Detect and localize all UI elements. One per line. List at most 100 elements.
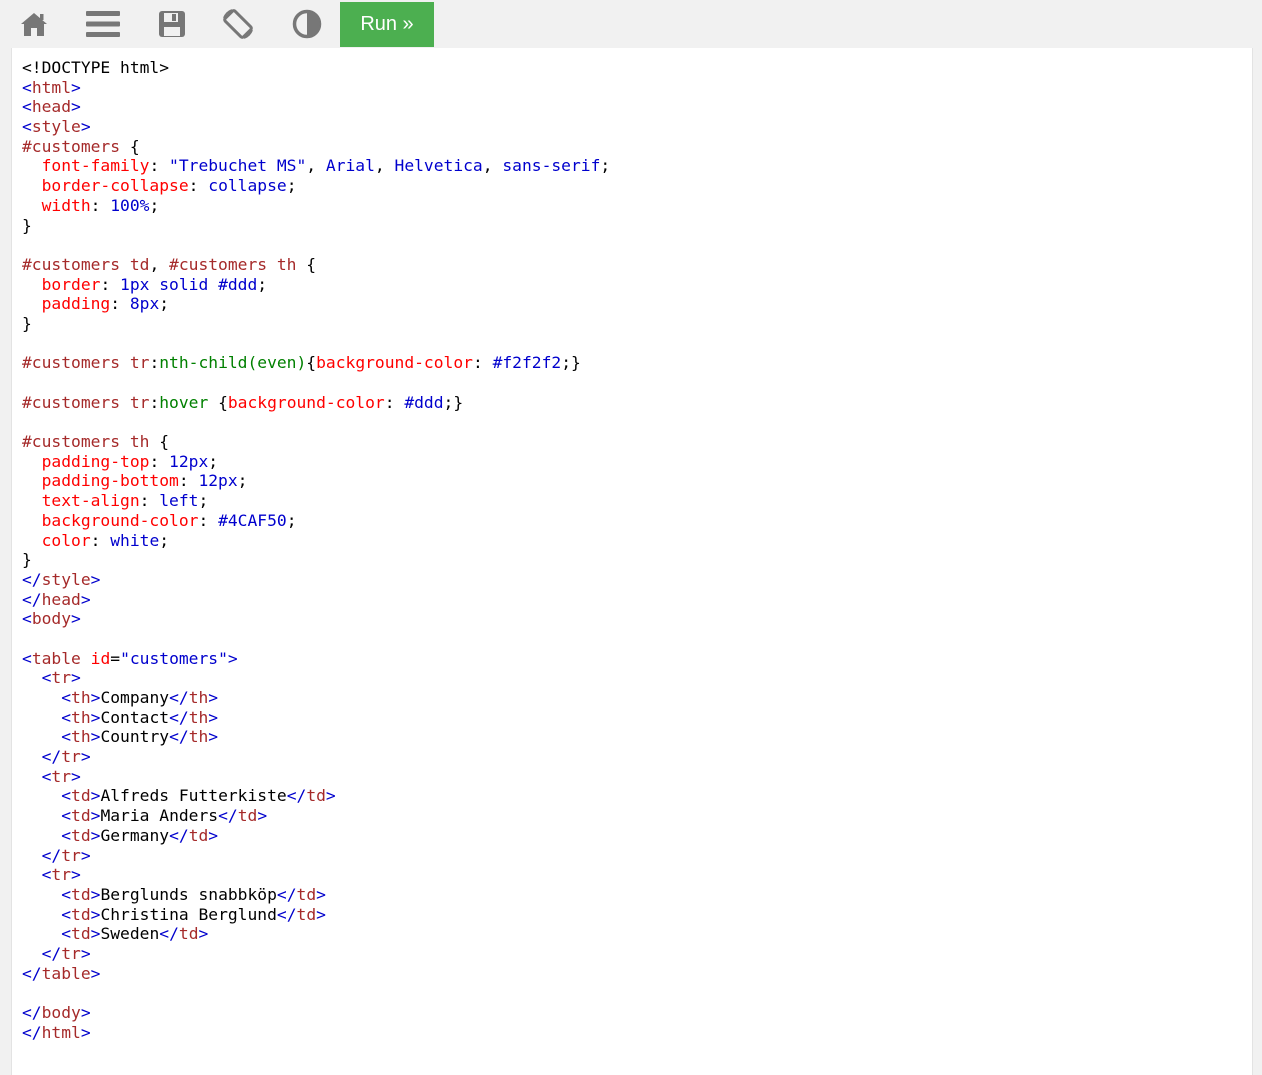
code-text: Germany: [100, 825, 170, 845]
css-value: 8px: [129, 294, 160, 314]
tag-bracket: <: [61, 924, 72, 944]
code-line: <td>Germany</td>: [22, 826, 610, 846]
code-line: #customers td, #customers th {: [22, 255, 610, 275]
code-line: <th>Contact</th>: [22, 708, 610, 728]
tag-name: body: [41, 1003, 81, 1022]
code-text: Christina Berglund: [100, 904, 277, 924]
code-line: }: [22, 314, 610, 334]
code-text: ,: [149, 254, 170, 274]
code-line: ​: [22, 412, 610, 432]
tag-bracket: </: [286, 786, 307, 806]
css-value: #4CAF50: [218, 510, 287, 530]
code-text: :: [139, 491, 160, 511]
css-property: padding: [41, 294, 111, 314]
rotate-layout-button[interactable]: [206, 0, 270, 47]
code-editor[interactable]: <!DOCTYPE html> <html> <head> <style> #custo…: [11, 48, 1253, 1075]
tag-bracket: </: [276, 904, 297, 924]
tag-bracket: >: [71, 77, 81, 97]
tag-bracket: >: [316, 884, 326, 904]
tag-bracket: >: [90, 924, 101, 944]
tag-bracket: >: [71, 668, 81, 688]
tag-bracket: </: [169, 707, 189, 727]
css-property: background-color: [227, 392, 385, 412]
code-text: }: [22, 215, 32, 235]
css-value: left: [159, 491, 199, 511]
tag-bracket: </: [41, 943, 62, 963]
code-text: ,: [306, 156, 326, 176]
code-line: width: 100%;: [22, 196, 610, 216]
code-text: =: [110, 648, 121, 668]
tag-bracket: </: [159, 924, 179, 944]
code-line: <tr>: [22, 668, 610, 688]
attribute-name: id: [90, 648, 111, 668]
code-line: <head>: [22, 97, 610, 117]
css-value: #f2f2f2: [492, 353, 562, 373]
code-text: ;: [208, 451, 219, 471]
tag-name: tr: [61, 845, 81, 865]
code-text: :: [90, 195, 111, 215]
editor-toolbar: Run »: [0, 0, 1262, 47]
save-icon: [159, 10, 185, 37]
dark-mode-toggle[interactable]: [275, 0, 339, 47]
tag-bracket: >: [90, 569, 101, 589]
code-line: border-collapse: collapse;: [22, 176, 610, 196]
tag-bracket: >: [80, 117, 91, 137]
tag-bracket: >: [208, 707, 219, 727]
css-selector: #customers: [22, 136, 121, 156]
code-text: {: [149, 432, 170, 452]
tag-name: td: [71, 904, 91, 924]
run-button[interactable]: Run »: [340, 2, 434, 47]
code-text: Alfreds Futterkiste: [100, 786, 287, 806]
tag-bracket: </: [22, 1003, 42, 1022]
tag-name: body: [31, 609, 72, 629]
css-pseudo-class: nth-child(even): [159, 353, 307, 373]
css-value: 12px: [198, 471, 238, 491]
css-property: padding-bottom: [41, 471, 179, 491]
code-line: padding-top: 12px;: [22, 452, 610, 472]
code-text: :: [198, 510, 219, 530]
code-line: </style>: [22, 570, 610, 590]
tag-bracket: <: [61, 806, 72, 826]
home-button[interactable]: [2, 0, 66, 47]
tag-bracket: <: [61, 727, 72, 747]
css-selector: #customers tr: [22, 353, 150, 373]
contrast-icon: [292, 9, 322, 38]
tag-bracket: >: [90, 904, 101, 924]
tag-name: th: [188, 688, 209, 707]
tag-bracket: >: [257, 806, 268, 826]
tag-bracket: <: [22, 77, 32, 97]
code-text: {: [208, 392, 228, 412]
save-button[interactable]: [140, 0, 204, 47]
code-line: <html>: [22, 78, 610, 98]
menu-button[interactable]: [71, 0, 135, 47]
code-line: </body>: [22, 1003, 610, 1023]
code-text: :: [384, 392, 405, 412]
tag-name: td: [71, 825, 91, 845]
tag-bracket: <: [61, 786, 72, 806]
tag-bracket: </: [41, 845, 62, 865]
code-text: ;: [257, 274, 268, 294]
code-text: {: [296, 254, 317, 274]
code-text: ;: [600, 156, 611, 176]
code-text: ;: [159, 294, 170, 314]
code-text: Country: [100, 727, 170, 747]
code-line: <body>: [22, 609, 610, 629]
tag-bracket: </: [22, 589, 42, 609]
tag-name: th: [71, 707, 91, 727]
css-property: border: [41, 274, 101, 294]
code-text: Sweden: [100, 924, 160, 944]
code-line: #customers th {: [22, 432, 610, 452]
css-value: 12px: [169, 451, 209, 471]
tag-name: td: [296, 884, 317, 904]
css-pseudo-class: hover: [159, 392, 209, 412]
tag-bracket: >: [80, 589, 91, 609]
code-content[interactable]: <!DOCTYPE html> <html> <head> <style> #custo…: [22, 58, 610, 1042]
